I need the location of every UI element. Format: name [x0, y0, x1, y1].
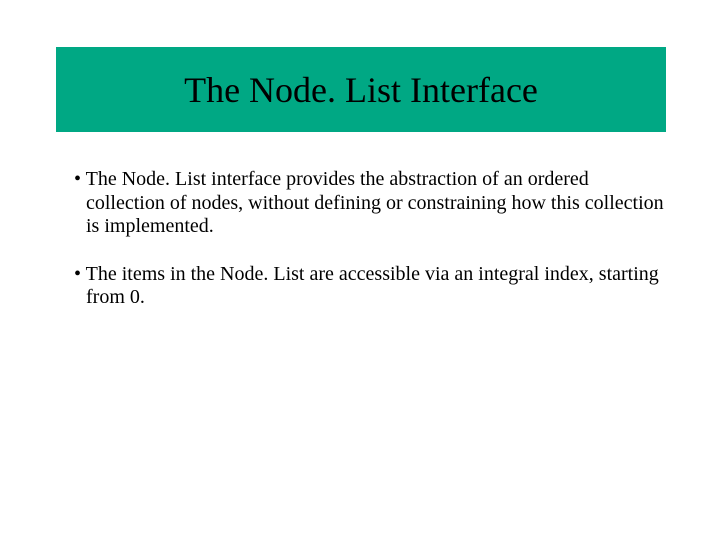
- slide: The Node. List Interface The Node. List …: [0, 0, 720, 540]
- bullet-item: The Node. List interface provides the ab…: [74, 168, 664, 239]
- bullet-item: The items in the Node. List are accessib…: [74, 263, 664, 310]
- bullet-list: The Node. List interface provides the ab…: [74, 168, 664, 334]
- title-bar: The Node. List Interface: [56, 47, 666, 132]
- slide-title: The Node. List Interface: [184, 69, 538, 111]
